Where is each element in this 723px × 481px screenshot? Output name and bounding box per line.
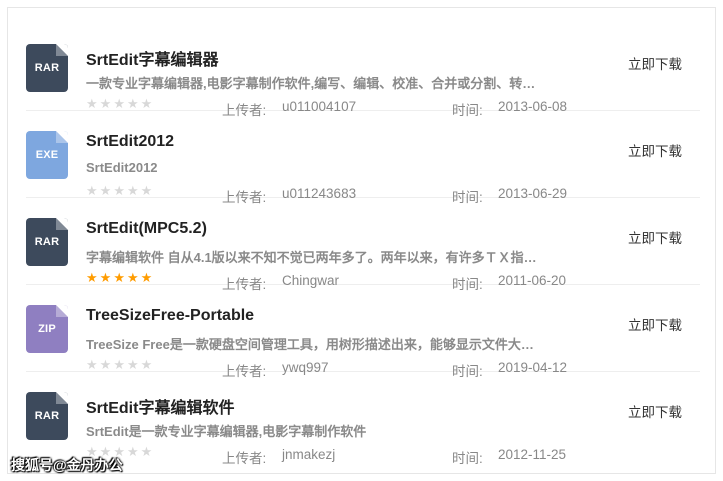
list-item: RAR SrtEdit(MPC5.2) 字幕编辑软件 自从4.1版以来不知不觉已… <box>26 198 700 292</box>
zip-file-icon: ZIP <box>26 305 68 353</box>
item-title[interactable]: TreeSizeFree-Portable <box>86 307 254 325</box>
download-button[interactable]: 立即下载 <box>628 53 682 73</box>
star-icon: ★ <box>113 271 127 286</box>
upload-time: 2012-11-25 <box>498 447 567 462</box>
rating-stars: ★★★★★ <box>86 272 154 285</box>
rar-file-icon: RAR <box>26 218 68 266</box>
watermark-text: 搜狐号@金丹办公 <box>11 457 123 473</box>
file-ext-label: EXE <box>35 149 59 161</box>
list-item: EXE SrtEdit2012 SrtEdit2012 ★★★★★ 上传者: u… <box>26 111 700 205</box>
item-title[interactable]: SrtEdit(MPC5.2) <box>86 220 207 238</box>
star-icon: ★ <box>140 445 155 460</box>
star-icon: ★ <box>113 358 127 373</box>
item-title[interactable]: SrtEdit字幕编辑器 <box>86 46 218 70</box>
star-icon: ★ <box>86 184 100 199</box>
star-icon: ★ <box>86 97 100 112</box>
star-icon: ★ <box>126 271 141 286</box>
rating-stars: ★★★★★ <box>86 359 154 372</box>
rar-file-icon: RAR <box>26 44 68 92</box>
star-icon: ★ <box>126 97 141 112</box>
rating-stars: ★★★★★ <box>86 185 154 198</box>
star-icon: ★ <box>99 97 114 112</box>
file-ext-label: RAR <box>34 62 60 74</box>
download-button[interactable]: 立即下载 <box>628 140 682 160</box>
item-description: TreeSize Free是一款硬盘空间管理工具，用树形描述出来，能够显示文件大… <box>86 337 534 352</box>
star-icon: ★ <box>140 358 155 373</box>
exe-file-icon: EXE <box>26 131 68 179</box>
time-label: 时间: <box>452 451 483 466</box>
download-list-panel: RAR SrtEdit字幕编辑器 一款专业字幕编辑器,电影字幕制作软件,编写、编… <box>7 7 716 474</box>
file-ext-label: RAR <box>34 410 60 422</box>
uploader-label: 上传者: <box>222 451 267 466</box>
file-ext-label: ZIP <box>38 323 56 335</box>
star-icon: ★ <box>126 184 141 199</box>
file-ext-label: RAR <box>34 236 60 248</box>
star-icon: ★ <box>113 97 127 112</box>
rating-stars: ★★★★★ <box>86 98 154 111</box>
list-item: ZIP TreeSizeFree-Portable TreeSize Free是… <box>26 285 700 379</box>
item-description: SrtEdit2012 <box>86 160 158 175</box>
download-button[interactable]: 立即下载 <box>628 401 682 421</box>
item-description: 一款专业字幕编辑器,电影字幕制作软件,编写、编辑、校准、合并或分割、转… <box>86 76 536 91</box>
star-icon: ★ <box>126 358 141 373</box>
uploader-name: jnmakezj <box>282 447 336 462</box>
star-icon: ★ <box>86 271 100 286</box>
star-icon: ★ <box>99 271 114 286</box>
star-icon: ★ <box>140 97 155 112</box>
star-icon: ★ <box>140 184 155 199</box>
item-description: SrtEdit是一款专业字幕编辑器,电影字幕制作软件 <box>86 424 367 439</box>
star-icon: ★ <box>126 445 141 460</box>
item-title[interactable]: SrtEdit2012 <box>86 133 174 151</box>
star-icon: ★ <box>140 271 155 286</box>
star-icon: ★ <box>113 184 127 199</box>
download-button[interactable]: 立即下载 <box>628 314 682 334</box>
star-icon: ★ <box>99 184 114 199</box>
rar-file-icon: RAR <box>26 392 68 440</box>
star-icon: ★ <box>86 358 100 373</box>
download-button[interactable]: 立即下载 <box>628 227 682 247</box>
item-title[interactable]: SrtEdit字幕编辑软件 <box>86 394 234 418</box>
list-item: RAR SrtEdit字幕编辑软件 SrtEdit是一款专业字幕编辑器,电影字幕… <box>26 372 700 466</box>
item-description: 字幕编辑软件 自从4.1版以来不知不觉已两年多了。两年以来，有许多ＴＸ指… <box>86 250 537 265</box>
list-item: RAR SrtEdit字幕编辑器 一款专业字幕编辑器,电影字幕制作软件,编写、编… <box>26 24 700 118</box>
star-icon: ★ <box>99 358 114 373</box>
